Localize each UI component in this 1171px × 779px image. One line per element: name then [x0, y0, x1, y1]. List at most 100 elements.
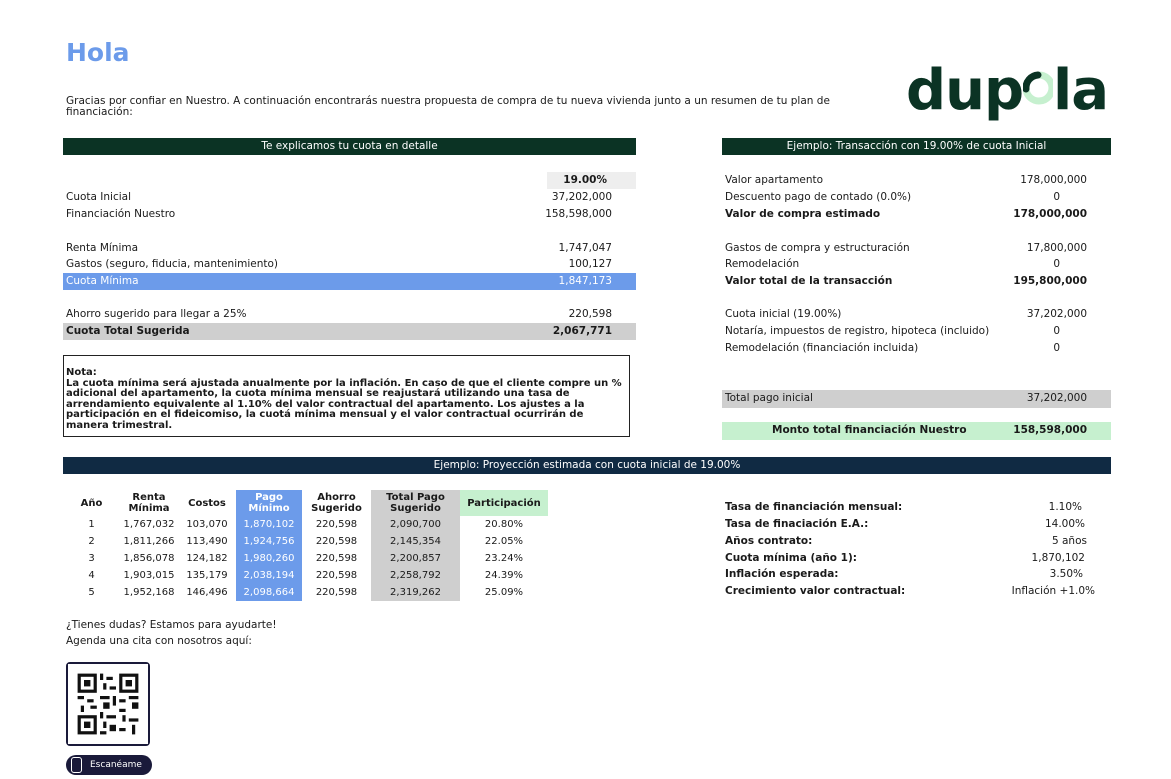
param-row: Crecimiento valor contractual: Inflación …	[722, 583, 1110, 600]
qr-code-icon	[68, 664, 148, 744]
detail-percent-value: 19.00%	[563, 174, 607, 186]
projection-header: Ejemplo: Proyección estimada con cuota i…	[63, 457, 1111, 474]
row-label: Descuento pago de contado (0.0%)	[725, 191, 912, 203]
contact-line-1: ¿Tienes dudas? Estamos para ayudarte!	[66, 619, 277, 631]
row-label: Ahorro sugerido para llegar a 25%	[66, 308, 247, 320]
example-total-pago: Total pago inicial 37,202,000	[722, 390, 1111, 408]
row-label: Gastos de compra y estructuración	[725, 242, 910, 254]
cell: 2,319,262	[371, 584, 460, 601]
col-header: Ahorro Sugerido	[311, 492, 362, 514]
cell: 146,496	[186, 587, 228, 598]
detail-row-gastos: Gastos (seguro, fiducia, mantenimiento) 1…	[63, 256, 636, 273]
param-label: Cuota mínima (año 1):	[725, 552, 857, 564]
detail-header: Te explicamos tu cuota en detalle	[63, 138, 636, 155]
row-value: 158,598,000	[545, 208, 612, 220]
cell: 3	[88, 553, 95, 564]
example-row: Gastos de compra y estructuración 17,800,…	[722, 240, 1111, 257]
example-header: Ejemplo: Transacción con 19.00% de cuota…	[722, 138, 1111, 155]
phone-icon	[71, 757, 82, 773]
example-row: Notaría, impuestos de registro, hipoteca…	[722, 323, 1111, 340]
param-row: Cuota mínima (año 1): 1,870,102	[722, 550, 1110, 567]
example-row: Cuota inicial (19.00%) 37,202,000	[722, 306, 1111, 323]
param-value: 1,870,102	[1031, 552, 1085, 564]
cell: 1,980,260	[236, 550, 302, 567]
row-value: 1,747,047	[558, 242, 612, 254]
row-label: Total pago inicial	[725, 392, 813, 404]
example-row: Remodelación 0	[722, 256, 1111, 273]
table-row: 5 1,952,168 146,496 2,098,664 220,598 2,319,2…	[63, 584, 548, 601]
cell: 2,090,700	[371, 516, 460, 533]
cell: 220,598	[315, 519, 358, 530]
row-value: 0	[1053, 342, 1060, 354]
row-label: Valor apartamento	[725, 174, 824, 186]
cell: 220,598	[315, 553, 358, 564]
param-value: 14.00%	[1044, 518, 1085, 530]
projection-table: Año Renta Mínima Costos Pago Mínimo Ahor…	[63, 490, 548, 601]
row-label: Monto total financiación Nuestro	[772, 424, 967, 436]
scan-me-button[interactable]: Escanéame	[66, 755, 152, 775]
cell: 124,182	[186, 553, 228, 564]
param-row: Inflación esperada: 3.50%	[722, 566, 1110, 583]
row-value: 2,067,771	[552, 325, 612, 337]
detail-row-ahorro: Ahorro sugerido para llegar a 25% 220,598	[63, 306, 636, 323]
row-value: 37,202,000	[551, 191, 612, 203]
row-value: 178,000,000	[1013, 208, 1087, 220]
col-header: Total Pago Sugerido	[371, 490, 460, 516]
param-label: Tasa de finaciación E.A.:	[725, 518, 869, 530]
note-text: La cuota mínima será ajustada anualmente…	[66, 377, 622, 431]
cell: 2	[88, 536, 95, 547]
row-value: 1,847,173	[558, 275, 612, 287]
cell: 220,598	[315, 587, 358, 598]
note-box: Nota: La cuota mínima será ajustada anua…	[63, 355, 630, 437]
cell: 2,038,194	[236, 567, 302, 584]
table-row: 4 1,903,015 135,179 2,038,194 220,598 2,258,7…	[63, 567, 548, 584]
detail-percent: 19.00%	[547, 172, 636, 189]
cell: 4	[88, 570, 95, 581]
row-value: 0	[1053, 325, 1060, 337]
detail-row-cuota-minima: Cuota Mínima 1,847,173	[63, 273, 636, 290]
param-row: Tasa de financiación mensual: 1.10%	[722, 499, 1110, 516]
row-label: Cuota Total Sugerida	[66, 325, 190, 337]
cell: 1,924,756	[236, 533, 302, 550]
cell: 103,070	[186, 519, 228, 530]
cell: 1,952,168	[123, 587, 175, 598]
row-label: Cuota inicial (19.00%)	[725, 308, 842, 320]
row-label: Renta Mínima	[66, 242, 139, 254]
page-title: Hola	[66, 38, 130, 67]
param-label: Inflación esperada:	[725, 568, 839, 580]
qr-code[interactable]	[66, 662, 150, 746]
logo-o-mark	[1022, 60, 1056, 105]
cell: 1,870,102	[236, 516, 302, 533]
example-monto-financiacion: Monto total financiación Nuestro 158,598,…	[722, 422, 1111, 440]
note-title: Nota:	[66, 367, 97, 378]
row-label: Gastos (seguro, fiducia, mantenimiento)	[66, 258, 279, 270]
row-value: 178,000,000	[1020, 174, 1087, 186]
param-row: Años contrato: 5 años	[722, 533, 1110, 550]
dupla-logo: dup la	[906, 58, 1109, 123]
example-row: Valor total de la transacción 195,800,000	[722, 273, 1111, 290]
param-label: Crecimiento valor contractual:	[725, 585, 906, 597]
example-row: Descuento pago de contado (0.0%) 0	[722, 189, 1111, 206]
col-header: Renta Mínima	[128, 492, 170, 514]
detail-row-cuota-inicial: Cuota Inicial 37,202,000	[63, 189, 636, 206]
cell: 2,145,354	[371, 533, 460, 550]
param-row: Tasa de finaciación E.A.: 14.00%	[722, 516, 1110, 533]
row-label: Financiación Nuestro	[66, 208, 176, 220]
row-label: Valor total de la transacción	[725, 275, 893, 287]
row-label: Cuota Inicial	[66, 191, 132, 203]
param-value: 1.10%	[1048, 501, 1082, 513]
example-row: Remodelación (financiación incluida) 0	[722, 340, 1111, 357]
row-label: Valor de compra estimado	[725, 208, 881, 220]
contact-line-2: Agenda una cita con nosotros aquí:	[66, 635, 252, 647]
row-value: 0	[1053, 191, 1060, 203]
cell: 25.09%	[484, 587, 524, 598]
cell: 24.39%	[484, 570, 524, 581]
cell: 1	[88, 519, 95, 530]
cell: 220,598	[315, 570, 358, 581]
row-label: Cuota Mínima	[66, 275, 139, 287]
cell: 135,179	[186, 570, 228, 581]
row-value: 220,598	[568, 308, 612, 320]
cell: 20.80%	[484, 519, 524, 530]
table-header-row: Año Renta Mínima Costos Pago Mínimo Ahor…	[63, 490, 548, 516]
row-label: Remodelación	[725, 258, 800, 270]
